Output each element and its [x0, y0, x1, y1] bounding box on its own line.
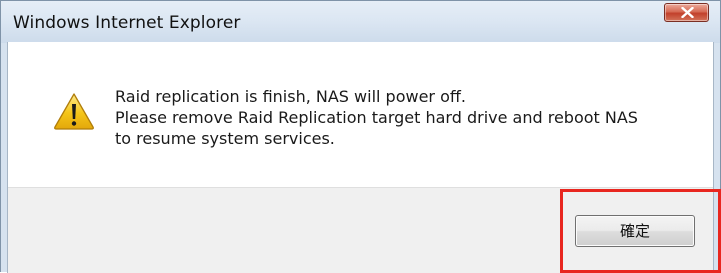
warning-icon [54, 93, 94, 130]
message-line: Raid replication is finish, NAS will pow… [115, 87, 466, 106]
title-bar[interactable]: Windows Internet Explorer [1, 1, 720, 43]
window-title: Windows Internet Explorer [13, 13, 241, 33]
message-line: Please remove Raid Replication target ha… [115, 108, 638, 127]
message-area: Raid replication is finish, NAS will pow… [8, 42, 713, 187]
dialog-message: Raid replication is finish, NAS will pow… [115, 86, 638, 149]
close-button[interactable] [664, 3, 709, 22]
message-line: to resume system services. [115, 129, 335, 148]
ok-button[interactable]: 確定 [575, 215, 695, 247]
close-icon [681, 7, 694, 18]
